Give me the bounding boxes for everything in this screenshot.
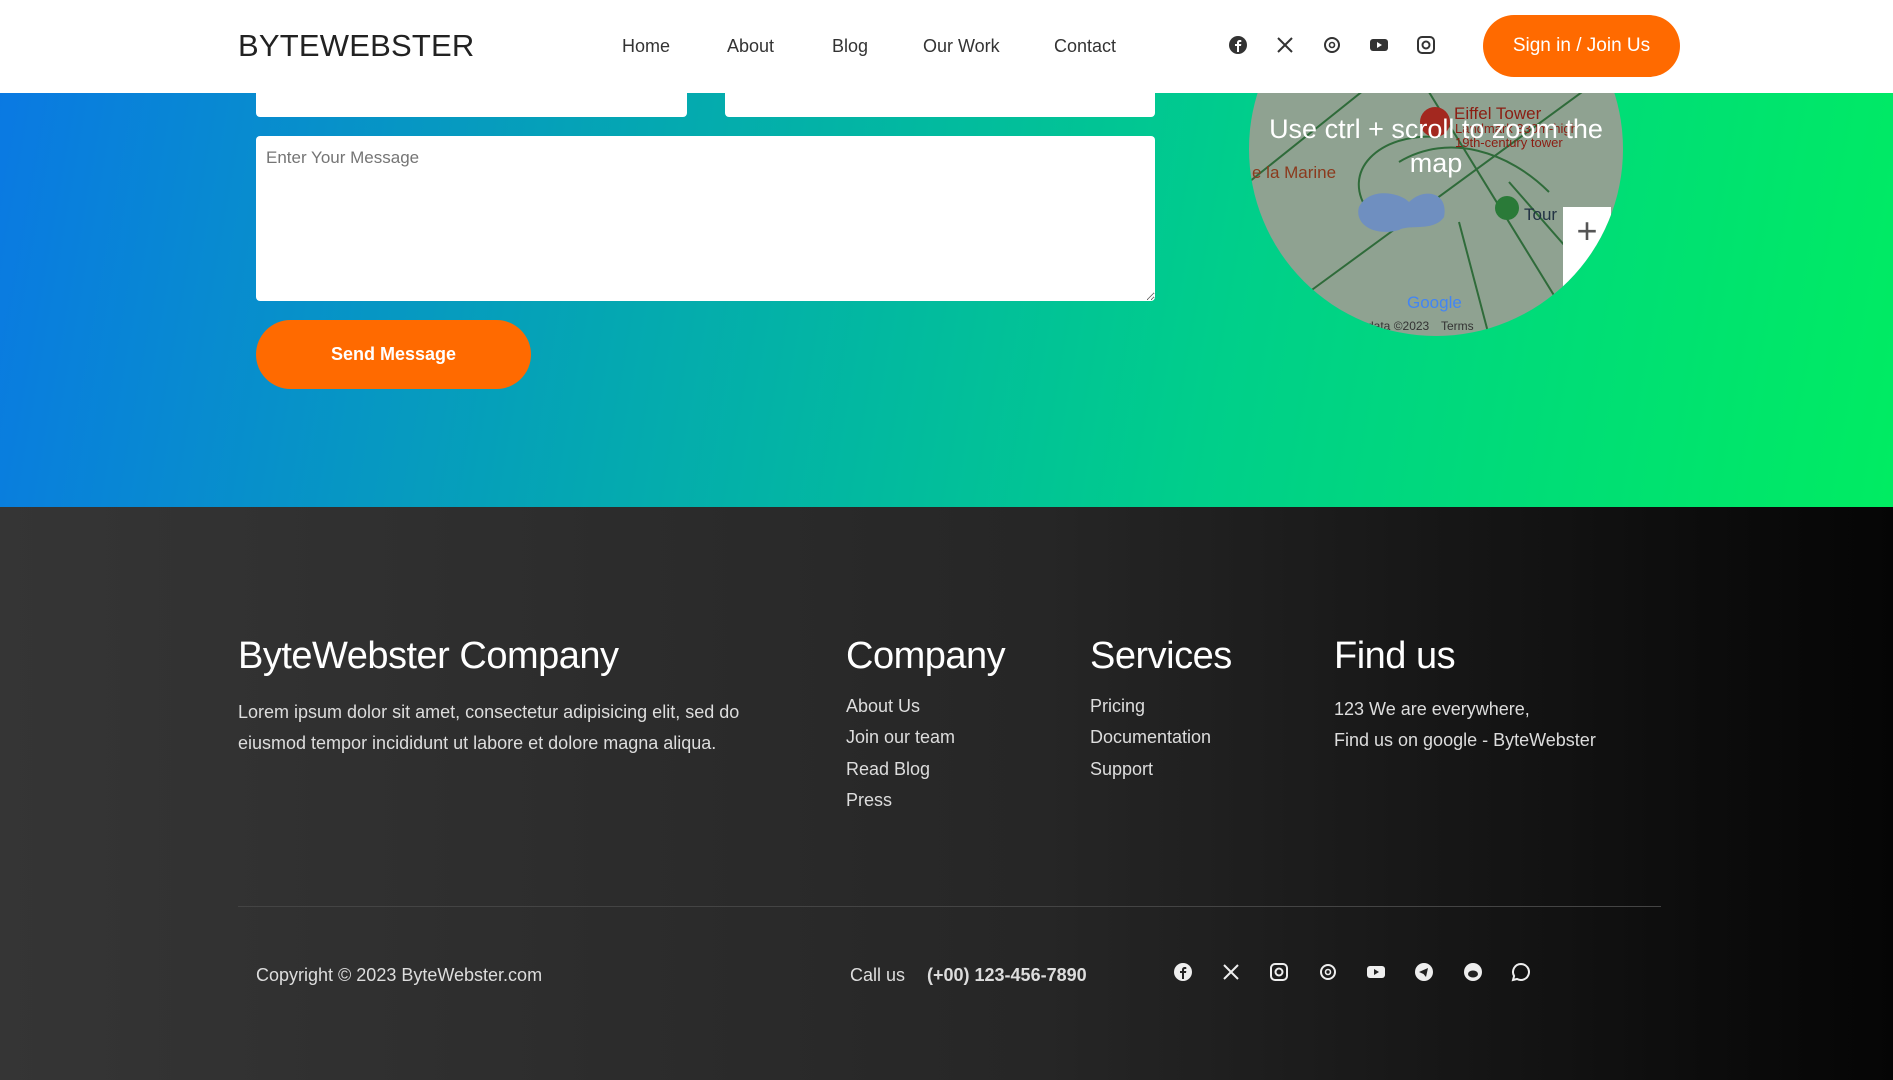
logo[interactable]: BYTEWEBSTER bbox=[238, 28, 474, 64]
facebook-icon[interactable] bbox=[1173, 962, 1193, 982]
link-press[interactable]: Press bbox=[846, 790, 892, 811]
reddit-icon[interactable] bbox=[1463, 962, 1483, 982]
link-join-team[interactable]: Join our team bbox=[846, 727, 955, 748]
link-read-blog[interactable]: Read Blog bbox=[846, 759, 930, 780]
nav-home[interactable]: Home bbox=[622, 36, 670, 57]
nav-contact[interactable]: Contact bbox=[1054, 36, 1116, 57]
footer-divider bbox=[238, 906, 1661, 907]
nav-about[interactable]: About bbox=[727, 36, 774, 57]
facebook-icon[interactable] bbox=[1228, 35, 1248, 55]
footer-find-title: Find us bbox=[1334, 635, 1456, 677]
x-icon[interactable] bbox=[1221, 962, 1241, 982]
site-header: BYTEWEBSTER Home About Blog Our Work Con… bbox=[0, 0, 1893, 93]
map-terms-link[interactable]: Terms bbox=[1441, 319, 1474, 333]
instagram-icon[interactable] bbox=[1416, 35, 1436, 55]
threads-icon[interactable] bbox=[1322, 35, 1342, 55]
map-scroll-hint: Use ctrl + scroll to zoom the map bbox=[1269, 114, 1603, 178]
map-label-tour: Tour bbox=[1524, 205, 1557, 224]
phone-number[interactable]: (+00) 123-456-7890 bbox=[927, 965, 1087, 986]
call-label: Call us bbox=[850, 965, 906, 985]
link-support[interactable]: Support bbox=[1090, 759, 1153, 780]
instagram-icon[interactable] bbox=[1269, 962, 1289, 982]
footer-services-title: Services bbox=[1090, 635, 1232, 677]
x-icon[interactable] bbox=[1275, 35, 1295, 55]
copyright: Copyright © 2023 ByteWebster.com bbox=[256, 965, 543, 985]
link-pricing[interactable]: Pricing bbox=[1090, 696, 1145, 717]
telegram-icon[interactable] bbox=[1414, 962, 1434, 982]
threads-icon[interactable] bbox=[1318, 962, 1338, 982]
map-data-credit: data ©2023 bbox=[1367, 319, 1430, 333]
youtube-icon[interactable] bbox=[1369, 35, 1389, 55]
zoom-in-button[interactable]: + bbox=[1563, 207, 1611, 327]
link-about-us[interactable]: About Us bbox=[846, 696, 920, 717]
youtube-icon[interactable] bbox=[1366, 962, 1386, 982]
google-logo: Google bbox=[1407, 293, 1462, 312]
whatsapp-icon[interactable] bbox=[1511, 962, 1531, 982]
sign-in-button[interactable]: Sign in / Join Us bbox=[1483, 15, 1680, 77]
link-documentation[interactable]: Documentation bbox=[1090, 727, 1211, 748]
site-footer: ByteWebster Company Lorem ipsum dolor si… bbox=[0, 507, 1893, 1080]
nav-our-work[interactable]: Our Work bbox=[923, 36, 1000, 57]
footer-address: 123 We are everywhere, bbox=[1334, 699, 1530, 719]
footer-company-title: Company bbox=[846, 635, 1006, 677]
message-textarea[interactable] bbox=[256, 136, 1155, 301]
footer-google-link[interactable]: Find us on google - ByteWebster bbox=[1334, 730, 1596, 751]
nav-blog[interactable]: Blog bbox=[832, 36, 868, 57]
footer-about: Lorem ipsum dolor sit amet, consectetur … bbox=[238, 702, 740, 753]
footer-brand: ByteWebster Company bbox=[238, 635, 619, 677]
send-message-button[interactable]: Send Message bbox=[256, 320, 531, 389]
